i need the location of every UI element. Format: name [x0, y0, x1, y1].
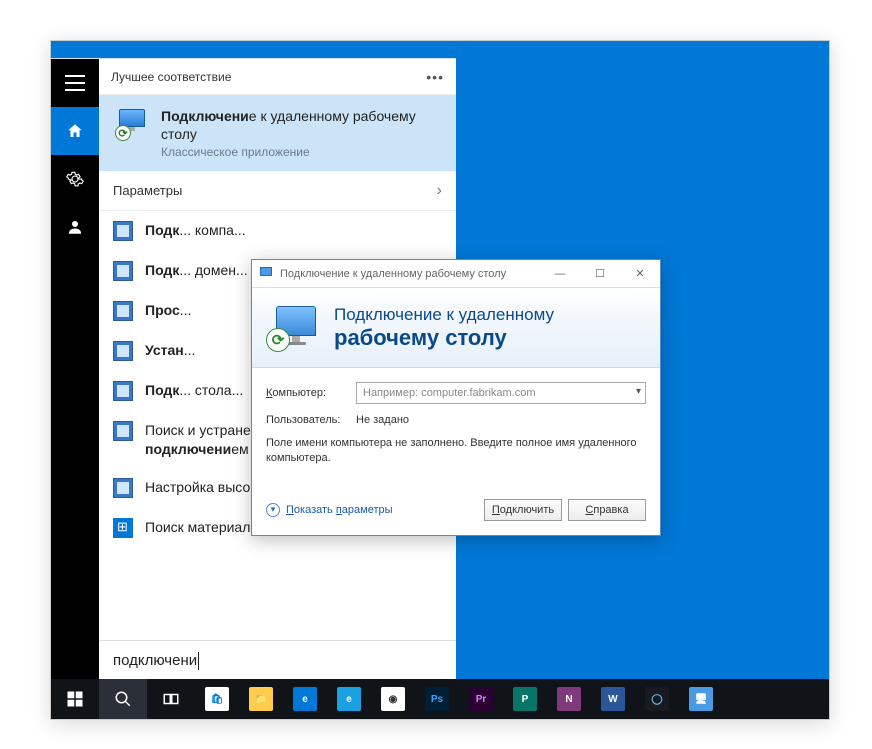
taskbar-app-publisher[interactable]: P [503, 679, 547, 719]
onenote-icon: N [557, 687, 581, 711]
chevron-right-icon: › [437, 182, 442, 200]
user-label: Пользователь: [266, 414, 346, 426]
banner-line1: Подключение к удаленному [334, 305, 554, 325]
chrome-icon: ◉ [381, 687, 405, 711]
settings-item-icon [113, 221, 133, 241]
best-match-label: Лучшее соответствие [111, 70, 231, 84]
show-options-link[interactable]: ▾ Показать параметры [266, 503, 478, 517]
taskbar-app-edge[interactable]: e [283, 679, 327, 719]
help-button[interactable]: Справка [568, 499, 646, 521]
rdp-footer: ▾ Показать параметры Подключить Справка [252, 491, 660, 535]
computer-combobox[interactable]: Например: computer.fabrikam.com ▾ [356, 382, 646, 404]
minimize-button[interactable]: — [540, 260, 580, 288]
steam-icon: ◯ [645, 687, 669, 711]
connect-button[interactable]: Подключить [484, 499, 562, 521]
rdp-title-icon [258, 266, 274, 282]
expand-icon: ▾ [266, 503, 280, 517]
result-text: Подк... домен... [145, 261, 248, 279]
taskbar-app-rdp[interactable]: 🖥 [679, 679, 723, 719]
hamburger-button[interactable] [51, 59, 99, 107]
rdp-body: Компьютер: Например: computer.fabrikam.c… [252, 368, 660, 491]
result-text: Подк... стола... [145, 381, 243, 399]
publisher-icon: P [513, 687, 537, 711]
settings-item-icon [113, 301, 133, 321]
user-value: Не задано [356, 414, 409, 426]
settings-item-icon [113, 381, 133, 401]
best-match-header: Лучшее соответствие ••• [99, 59, 456, 95]
settings-rail-button[interactable] [51, 155, 99, 203]
computer-label: Компьютер: [266, 387, 346, 399]
rdp-icon: 🖥 [689, 687, 713, 711]
banner-line2: рабочему столу [334, 325, 554, 351]
start-button[interactable] [51, 679, 99, 719]
result-text: Устан... [145, 341, 195, 359]
search-result-item[interactable]: Подк... компа... [99, 211, 456, 251]
taskbar: 🛍 📁 ee ◉ Ps Pr PNW ◯ 🖥 [51, 679, 829, 719]
store-icon: 🛍 [205, 687, 229, 711]
start-rail [51, 59, 99, 680]
settings-item-icon [113, 341, 133, 361]
rdp-app-icon [113, 107, 149, 143]
rdp-title-text: Подключение к удаленному рабочему столу [280, 268, 540, 280]
result-text: Подк... компа... [145, 221, 246, 239]
taskbar-app-chrome[interactable]: ◉ [371, 679, 415, 719]
result-text: Прос... [145, 301, 191, 319]
task-view-button[interactable] [147, 679, 195, 719]
photoshop-icon: Ps [425, 687, 449, 711]
rdp-banner: Подключение к удаленному рабочему столу [252, 288, 660, 368]
params-label: Параметры [113, 183, 182, 198]
more-icon[interactable]: ••• [426, 69, 444, 85]
taskbar-app-photoshop[interactable]: Ps [415, 679, 459, 719]
best-match-item[interactable]: Подключение к удаленному рабочему столу … [99, 95, 456, 171]
taskbar-app-ie[interactable]: e [327, 679, 371, 719]
chevron-down-icon: ▾ [636, 386, 641, 397]
rdp-message: Поле имени компьютера не заполнено. Введ… [266, 436, 646, 467]
windows-icon [113, 518, 133, 538]
params-section[interactable]: Параметры › [99, 171, 456, 211]
taskbar-app-folder[interactable]: 📁 [239, 679, 283, 719]
settings-item-icon [113, 421, 133, 441]
rdp-dialog: Подключение к удаленному рабочему столу … [251, 259, 661, 536]
word-icon: W [601, 687, 625, 711]
rdp-banner-icon [266, 304, 320, 352]
best-match-text: Подключение к удаленному рабочему столу … [161, 107, 442, 159]
search-input[interactable]: подключени [99, 640, 456, 680]
close-button[interactable]: ✕ [620, 260, 660, 288]
result-text: Поиск материалов [145, 518, 266, 536]
edge-icon: e [293, 687, 317, 711]
home-button[interactable] [51, 107, 99, 155]
settings-item-icon [113, 261, 133, 281]
taskbar-app-steam[interactable]: ◯ [635, 679, 679, 719]
user-rail-button[interactable] [51, 203, 99, 251]
taskbar-search-button[interactable] [99, 679, 147, 719]
folder-icon: 📁 [249, 687, 273, 711]
maximize-button[interactable]: ☐ [580, 260, 620, 288]
taskbar-app-word[interactable]: W [591, 679, 635, 719]
taskbar-app-premiere[interactable]: Pr [459, 679, 503, 719]
settings-item-icon [113, 478, 133, 498]
taskbar-app-onenote[interactable]: N [547, 679, 591, 719]
premiere-icon: Pr [469, 687, 493, 711]
rdp-titlebar[interactable]: Подключение к удаленному рабочему столу … [252, 260, 660, 288]
ie-icon: e [337, 687, 361, 711]
taskbar-app-store[interactable]: 🛍 [195, 679, 239, 719]
desktop: Лучшее соответствие ••• Подключение к уд… [50, 40, 830, 720]
